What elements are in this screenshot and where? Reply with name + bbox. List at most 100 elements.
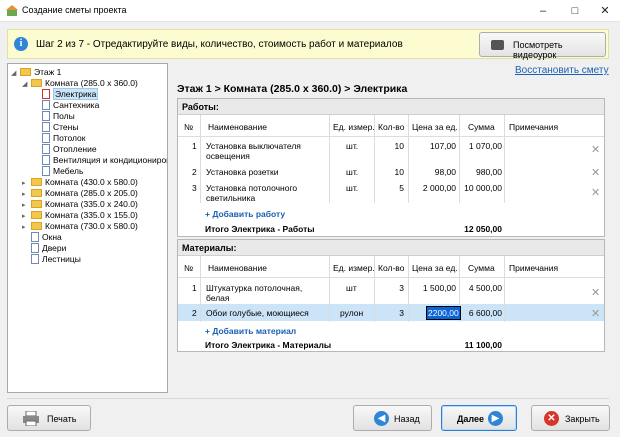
add-material-link[interactable]: + Добавить материал — [205, 326, 296, 336]
row-sum: 1 070,00 — [468, 141, 502, 151]
col-num: № — [184, 122, 194, 132]
row-qty[interactable]: 5 — [376, 183, 404, 193]
tree-node-label: Сантехника — [53, 100, 100, 110]
divider — [329, 256, 330, 322]
watch-video-label: Посмотреть видеоурок — [513, 40, 563, 60]
add-work-link[interactable]: + Добавить работу — [205, 209, 285, 219]
document-icon — [42, 111, 50, 121]
watch-video-button[interactable]: Посмотреть видеоурок — [479, 32, 606, 60]
document-icon — [42, 122, 50, 132]
col-name: Наименование — [208, 122, 267, 132]
divider — [459, 115, 460, 203]
app-icon — [6, 5, 18, 16]
row-qty[interactable]: 3 — [376, 308, 404, 318]
delete-row-icon[interactable]: ✕ — [591, 186, 600, 199]
delete-row-icon[interactable]: ✕ — [591, 307, 600, 320]
tree-node-label: Этаж 1 — [34, 67, 62, 77]
row-name[interactable]: Установка потолочного светильника — [206, 183, 326, 203]
maximize-icon[interactable]: □ — [560, 0, 590, 22]
delete-row-icon[interactable]: ✕ — [591, 286, 600, 299]
minimize-icon[interactable]: – — [528, 0, 558, 22]
col-sum: Сумма — [468, 263, 495, 273]
materials-header: Материалы: — [178, 240, 604, 256]
row-qty[interactable]: 10 — [376, 167, 404, 177]
row-unit[interactable]: шт. — [346, 167, 358, 177]
restore-estimate-link[interactable]: Восстановить смету — [515, 65, 609, 76]
row-num: 2 — [192, 167, 197, 177]
divider — [374, 115, 375, 203]
tree-node-label: Комната (730.0 x 580.0) — [45, 221, 138, 231]
tree-node-label: Комната (335.0 x 240.0) — [45, 199, 138, 209]
col-qty: Кол-во — [378, 263, 405, 273]
row-price[interactable]: 2 000,00 — [410, 183, 456, 193]
folder-icon — [31, 211, 42, 219]
folder-icon — [31, 79, 42, 87]
row-num: 3 — [192, 183, 197, 193]
price-edit-input[interactable]: 2200,00 — [426, 306, 461, 320]
divider — [200, 115, 201, 203]
tree-node-label: Комната (285.0 x 205.0) — [45, 188, 138, 198]
collapse-icon[interactable]: ◢ — [11, 68, 20, 80]
row-num: 2 — [192, 308, 197, 318]
back-label: Назад — [394, 414, 420, 424]
row-unit[interactable]: шт — [346, 283, 357, 293]
col-unit: Ед. измер. — [333, 122, 375, 132]
tree-node-label: Комната (285.0 x 360.0) — [45, 78, 138, 88]
next-label: Далее — [457, 414, 485, 424]
divider — [329, 115, 330, 203]
row-qty[interactable]: 10 — [376, 141, 404, 151]
tree-node-label: Мебель — [53, 166, 84, 176]
row-sum: 980,00 — [476, 167, 502, 177]
row-name[interactable]: Установка розетки — [206, 167, 326, 177]
tree-node-label: Двери — [42, 243, 67, 253]
col-sum: Сумма — [468, 122, 495, 132]
delete-row-icon[interactable]: ✕ — [591, 166, 600, 179]
row-qty[interactable]: 3 — [376, 283, 404, 293]
close-window-icon[interactable]: ✕ — [590, 0, 620, 22]
row-unit[interactable]: шт. — [346, 141, 358, 151]
tree-node-label: Отопление — [53, 144, 97, 154]
arrow-left-icon: ◀ — [374, 411, 389, 426]
tree-node-stairs[interactable]: Лестницы — [31, 253, 81, 265]
col-notes: Примечания — [509, 263, 559, 273]
divider — [408, 115, 409, 203]
delete-row-icon[interactable]: ✕ — [591, 143, 600, 156]
folder-icon — [20, 68, 31, 76]
breadcrumb: Этаж 1 > Комната (285.0 x 360.0) > Элект… — [177, 83, 408, 95]
row-unit[interactable]: шт. — [346, 183, 358, 193]
next-button[interactable]: Далее ▶ — [441, 405, 517, 431]
footer-divider — [7, 398, 609, 399]
col-name: Наименование — [208, 263, 267, 273]
row-num: 1 — [192, 283, 197, 293]
document-icon — [42, 166, 50, 176]
tree-node-label: Окна — [42, 232, 62, 242]
tree-node-label: Полы — [53, 111, 75, 121]
project-tree[interactable]: ◢ Этаж 1 ◢ Комната (285.0 x 360.0) Электри… — [7, 63, 168, 393]
row-unit[interactable]: рулон — [340, 308, 363, 318]
close-button[interactable]: ✕ Закрыть — [531, 405, 610, 431]
tree-node-label: Комната (430.0 x 580.0) — [45, 177, 138, 187]
document-icon — [42, 89, 50, 99]
expand-icon[interactable]: ▸ — [22, 222, 31, 234]
works-total-label: Итого Электрика - Работы — [205, 224, 315, 234]
back-button[interactable]: ◀ Назад — [353, 405, 432, 431]
row-price[interactable]: 107,00 — [410, 141, 456, 151]
collapse-icon[interactable]: ◢ — [22, 79, 31, 91]
divider — [374, 256, 375, 322]
tree-node-label: Комната (335.0 x 155.0) — [45, 210, 138, 220]
row-sum: 4 500,00 — [468, 283, 502, 293]
title-bar: Создание сметы проекта – □ ✕ — [0, 0, 620, 22]
close-label: Закрыть — [565, 414, 600, 424]
works-panel: Работы: № Наименование Ед. измер. Кол-во… — [177, 98, 605, 237]
col-notes: Примечания — [509, 122, 559, 132]
tree-node-label: Лестницы — [42, 254, 81, 264]
row-name[interactable]: Обои голубые, моющиеся — [206, 308, 326, 318]
row-name[interactable]: Установка выключателя освещения — [206, 141, 326, 161]
col-num: № — [184, 263, 194, 273]
folder-icon — [31, 200, 42, 208]
print-button[interactable]: Печать — [7, 405, 91, 431]
row-price[interactable]: 1 500,00 — [410, 283, 456, 293]
row-name[interactable]: Штукатурка потолочная, белая — [206, 283, 306, 303]
row-price[interactable]: 98,00 — [410, 167, 456, 177]
works-total-value: 12 050,00 — [464, 224, 502, 234]
